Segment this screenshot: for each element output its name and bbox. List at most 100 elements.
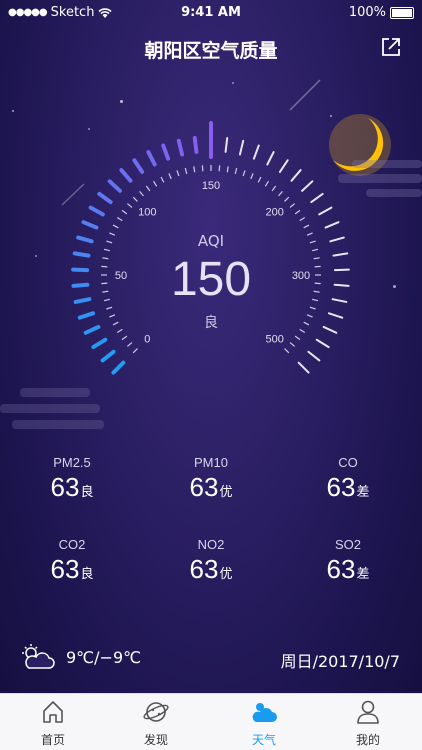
gauge-active-tick	[97, 191, 113, 205]
metric-name: SO2	[334, 537, 361, 552]
gauge-minor-tick	[184, 167, 188, 175]
gauge-minor-tick	[309, 306, 316, 310]
metric-value: 63	[50, 554, 80, 584]
aqi-label: AQI	[197, 232, 225, 250]
gauge-minor-tick	[303, 224, 310, 229]
gauge-minor-tick	[160, 176, 165, 183]
tab-label: 天气	[251, 733, 276, 747]
gauge-minor-tick	[250, 173, 254, 180]
metric-name: NO2	[197, 537, 225, 552]
metric-level: 良	[80, 484, 94, 499]
gauge-active-tick	[146, 150, 157, 167]
home-icon	[43, 701, 63, 723]
gauge-active-tick	[81, 220, 99, 230]
metric-name: CO2	[58, 537, 86, 552]
tab-label: 我的	[355, 733, 380, 747]
gauge-inactive-tick	[301, 180, 314, 192]
gauge-minor-tick	[126, 203, 133, 208]
gauge-active-tick	[91, 337, 108, 350]
planet-icon	[143, 702, 169, 722]
gauge-inactive-tick	[307, 350, 321, 362]
gauge-active-tick	[192, 135, 199, 154]
gauge-active-tick	[176, 138, 185, 157]
gauge-minor-tick	[106, 306, 113, 310]
gauge-minor-tick	[132, 348, 138, 354]
metric-value: 63	[50, 472, 80, 502]
cloudy-icon	[22, 644, 55, 669]
gauge-inactive-tick	[315, 338, 330, 349]
metric-level: 差	[356, 484, 370, 499]
gauge-active-tick	[132, 158, 145, 174]
metric-co: CO 63差	[278, 455, 418, 503]
gauge-tick-label: 200	[265, 206, 283, 218]
gauge-minor-tick	[257, 176, 262, 183]
gauge-active-tick	[111, 360, 126, 375]
gauge-minor-tick	[284, 348, 290, 354]
gauge-inactive-tick	[318, 206, 333, 216]
gauge-active-tick	[100, 349, 116, 363]
tab-bar: 首页 发现 天气 我的	[0, 693, 422, 750]
gauge-inactive-tick	[266, 151, 275, 166]
aqi-value: 150	[170, 253, 252, 306]
gauge-active-tick	[119, 168, 133, 183]
gauge-minor-tick	[116, 217, 123, 222]
metric-value: 63	[189, 554, 219, 584]
gauge-minor-tick	[168, 173, 172, 180]
gauge-minor-tick	[271, 185, 277, 192]
gauge-minor-tick	[121, 209, 128, 215]
temperature-range: 9℃/−9℃	[66, 648, 142, 667]
gauge-minor-tick	[226, 166, 229, 173]
tab-profile[interactable]: 我的	[338, 698, 398, 748]
metric-no2: NO2 63优	[141, 537, 281, 585]
gauge-minor-tick	[145, 185, 151, 192]
gauge-minor-tick	[294, 335, 301, 341]
weather-row: 9℃/−9℃ 周日/2017/10/7	[0, 640, 422, 676]
aqi-level: 良	[204, 315, 218, 331]
tab-label: 发现	[143, 733, 168, 747]
gauge-inactive-tick	[290, 169, 302, 182]
gauge-minor-tick	[126, 342, 133, 347]
metric-pm10: PM10 63优	[141, 455, 281, 503]
gauge-minor-tick	[284, 196, 290, 202]
tab-discover[interactable]: 发现	[126, 698, 186, 748]
gauge-minor-tick	[234, 167, 238, 175]
tab-weather[interactable]: 天气	[234, 698, 294, 748]
metric-level: 良	[80, 566, 94, 581]
metric-value: 63	[189, 472, 219, 502]
gauge-inactive-tick	[297, 361, 310, 374]
gauge-inactive-tick	[310, 192, 324, 204]
gauge-minor-tick	[176, 170, 180, 177]
metric-name: CO	[338, 455, 358, 470]
gauge-minor-tick	[242, 170, 246, 177]
metric-level: 优	[219, 566, 233, 581]
metric-level: 优	[219, 484, 233, 499]
metric-so2: SO2 63差	[278, 537, 418, 585]
metric-level: 差	[356, 566, 370, 581]
gauge-minor-tick	[139, 190, 144, 197]
gauge-inactive-tick	[324, 221, 340, 229]
gauge-minor-tick	[153, 180, 158, 187]
weather-icon	[252, 703, 277, 722]
gauge-active-tick	[161, 143, 171, 161]
gauge-minor-tick	[193, 166, 196, 173]
gauge-inactive-tick	[278, 159, 289, 173]
date-label: 周日/2017/10/7	[280, 652, 400, 671]
gauge-tick-label: 0	[144, 334, 150, 346]
air-quality-screen: ●●●●● Sketch 9:41 AM 100% 朝阳区空气质量 0 50 1…	[0, 0, 422, 750]
gauge-inactive-tick	[238, 139, 245, 156]
gauge-inactive-tick	[224, 136, 229, 153]
metric-name: PM2.5	[53, 455, 91, 470]
metric-co2: CO2 63良	[2, 537, 142, 585]
gauge-tick-label: 100	[138, 206, 156, 218]
metric-value: 63	[326, 554, 356, 584]
gauge-tick-label: 500	[265, 334, 283, 346]
gauge-minor-tick	[299, 217, 306, 222]
metric-pm25: PM2.5 63良	[2, 455, 142, 503]
gauge-minor-tick	[289, 342, 296, 347]
gauge-minor-tick	[121, 335, 128, 341]
tab-home[interactable]: 首页	[23, 698, 83, 748]
profile-icon	[357, 700, 379, 724]
gauge-tick-label: 150	[202, 180, 220, 192]
gauge-inactive-tick	[252, 144, 260, 160]
gauge-active-tick	[88, 205, 105, 217]
